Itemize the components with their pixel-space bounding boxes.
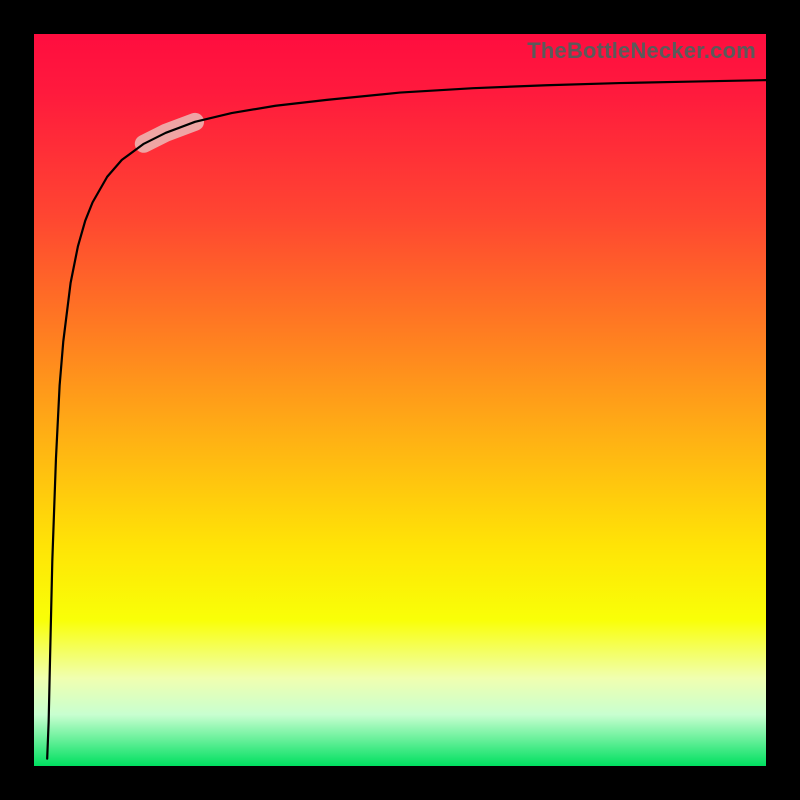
curve-svg [34,34,766,766]
curve-line [47,80,766,759]
chart-stage: TheBottleNecker.com [0,0,800,800]
plot-area: TheBottleNecker.com [34,34,766,766]
watermark-label: TheBottleNecker.com [527,38,756,64]
curve-highlight [144,122,195,144]
